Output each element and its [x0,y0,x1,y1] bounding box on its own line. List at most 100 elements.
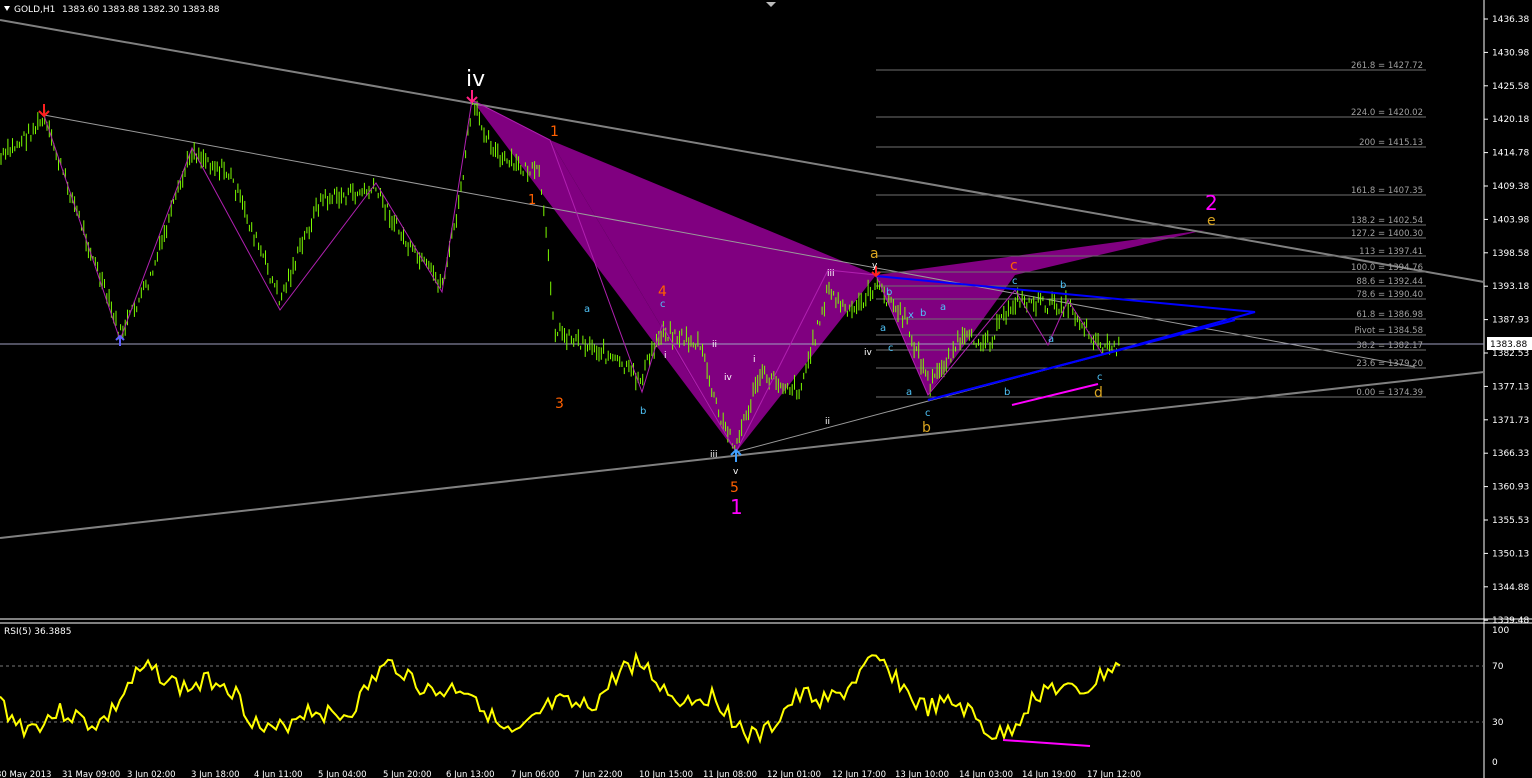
wave-label-a-blue-2: a [880,323,886,334]
time-tick-label: 17 Jun 12:00 [1087,770,1141,778]
wave-label-1-major: 1 [730,495,743,519]
wave-label-c-blue-3: c [925,408,931,419]
price-tick-label: 1382.53 [1492,349,1529,359]
current-price-label: 1383.88 [1490,340,1527,350]
wave-label-1: 1 [528,193,536,208]
price-tick-label: 1355.53 [1492,516,1529,526]
price-tick-label: 1344.88 [1492,583,1529,593]
wave-label-b-blue-3: b [920,308,926,319]
wave-label-3: 3 [555,396,564,412]
fib-level-label: 224.0 = 1420.02 [1351,108,1423,118]
wave-label-ii-2: ii [825,417,830,427]
wave-label-iv-2: iv [864,348,873,358]
time-tick-label: 5 Jun 04:00 [318,770,367,778]
wave-label-2-major: 2 [1205,191,1218,215]
price-tick-label: 1436.38 [1492,15,1529,25]
rsi-axis-label: 70 [1492,662,1504,672]
fib-level-label: 23.6 = 1379.20 [1356,359,1423,369]
wave-label-b-blue-2: b [886,287,892,298]
wave-label-ii: ii [712,340,717,350]
time-tick-label: 30 May 2013 [0,770,51,778]
wave-label-b-blue-4: b [1004,387,1010,398]
wave-label-i-2: i [753,355,756,365]
fib-level-label: Pivot = 1384.58 [1354,326,1423,336]
fib-level-label: 113 = 1397.41 [1359,247,1423,257]
price-tick-label: 1403.98 [1492,215,1529,225]
price-tick-label: 1393.18 [1492,282,1529,292]
ohlc-readout: 1383.60 1383.88 1382.30 1383.88 [62,5,220,15]
wave-label-a-blue-4: a [906,387,912,398]
wave-label-c-blue: c [660,299,666,310]
time-tick-label: 10 Jun 15:00 [639,770,693,778]
time-tick-label: 5 Jun 20:00 [383,770,432,778]
price-tick-label: 1414.78 [1492,149,1529,159]
price-tick-label: 1420.18 [1492,115,1529,125]
fib-level-label: 200 = 1415.13 [1359,138,1423,148]
wave-label-iv-major: iv [466,67,485,92]
symbol-label: GOLD,H1 [14,5,55,15]
wave-label-d-gold: d [1094,385,1103,401]
price-tick-label: 1360.93 [1492,483,1529,493]
fib-level-label: 100.0 = 1394.76 [1351,263,1423,273]
price-tick-label: 1371.73 [1492,416,1529,426]
fib-level-label: 0.00 = 1374.39 [1356,388,1423,398]
wave-label-b-gold: b [922,420,931,436]
wave-label-a-blue-5: a [1048,334,1054,345]
fib-level-label: 78.6 = 1390.40 [1356,290,1423,300]
price-tick-label: 1398.58 [1492,249,1529,259]
fib-level-label: 127.2 = 1400.30 [1351,229,1423,239]
time-tick-label: 6 Jun 13:00 [446,770,495,778]
time-tick-label: 3 Jun 18:00 [191,770,240,778]
price-tick-label: 1425.58 [1492,82,1529,92]
wave-label-x-blue: x [908,310,914,321]
wave-label-c-blue-2: c [888,343,894,354]
time-tick-label: 7 Jun 22:00 [574,770,623,778]
wave-label-y: y [872,261,878,271]
wave-label-b-blue-5: b [1060,280,1066,291]
fib-level-label: 261.8 = 1427.72 [1351,61,1423,71]
time-tick-label: 11 Jun 08:00 [703,770,757,778]
price-tick-label: 1377.13 [1492,382,1529,392]
time-tick-label: 14 Jun 03:00 [959,770,1013,778]
rsi-axis-label: 0 [1492,758,1498,768]
time-tick-label: 12 Jun 17:00 [832,770,886,778]
time-tick-label: 12 Jun 01:00 [767,770,821,778]
wave-label-iii-2: iii [827,269,835,279]
wave-label-e: e [1207,213,1216,229]
time-tick-label: 14 Jun 19:00 [1022,770,1076,778]
wave-label-v: v [733,467,739,477]
fib-level-label: 88.6 = 1392.44 [1356,277,1423,287]
wave-label-c-blue-5: c [1097,372,1103,383]
fib-level-label: 161.8 = 1407.35 [1351,186,1423,196]
wave-label-c-orange: c [1010,258,1018,274]
fib-level-label: 38.2 = 1382.17 [1356,341,1423,351]
time-tick-label: 7 Jun 06:00 [511,770,560,778]
wave-label-4: 4 [658,284,667,300]
price-tick-label: 1409.38 [1492,182,1529,192]
time-tick-label: 4 Jun 11:00 [254,770,303,778]
wave-label-i: i [664,351,667,361]
wave-label-iv: iv [724,373,733,383]
rsi-axis-label: 30 [1492,718,1504,728]
wave-label-a-blue: a [584,304,590,315]
fib-level-label: 138.2 = 1402.54 [1351,216,1423,226]
price-tick-label: 1339.48 [1492,616,1529,626]
wave-label-c-blue-4: c [1012,276,1018,287]
fib-level-label: 61.8 = 1386.98 [1356,310,1423,320]
time-tick-label: 3 Jun 02:00 [127,770,176,778]
price-tick-label: 1387.93 [1492,316,1529,326]
time-tick-label: 13 Jun 10:00 [895,770,949,778]
chart-window[interactable]: GOLD,H1 1383.60 1383.88 1382.30 1383.88 … [0,0,1532,778]
wave-label-a-gold: a [870,246,879,262]
wave-label-2: 1 [550,124,559,140]
time-tick-label: 31 May 09:00 [62,770,120,778]
wave-label-b-blue: b [640,406,646,417]
rsi-axis-label: 100 [1492,626,1509,636]
wave-label-iii: iii [710,450,718,460]
price-tick-label: 1430.98 [1492,48,1529,58]
price-tick-label: 1366.33 [1492,449,1529,459]
rsi-title: RSI(5) 36.3885 [4,627,71,637]
price-tick-label: 1350.13 [1492,549,1529,559]
wave-label-5: 5 [730,480,739,496]
wave-label-a-blue-3: a [940,302,946,313]
